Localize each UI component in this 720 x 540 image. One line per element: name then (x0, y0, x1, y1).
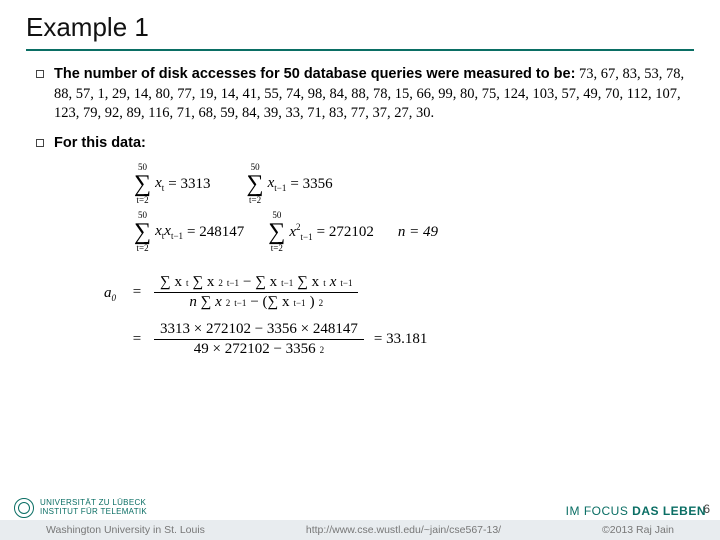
math-row-1: 50 ∑ t=2 xt = 3313 50 ∑ t=2 xt−1 = 3356 (134, 163, 694, 205)
university-logo: UNIVERSITÄT ZU LÜBECK INSTITUT FÜR TELEM… (14, 498, 147, 518)
slide: Example 1 The number of disk accesses fo… (0, 0, 720, 540)
attr-right: ©2013 Raj Jain (602, 524, 674, 536)
attribution-bar: Washington University in St. Louis http:… (0, 520, 720, 540)
fraction-numeric: 3313 × 272102 − 3356 × 248147 49 × 27210… (154, 320, 364, 359)
a0-derivation: a0 = ∑ xt ∑ x2t−1 − ∑ xt−1 ∑ xtxt−1 (104, 273, 694, 359)
math-row-2: 50 ∑ t=2 xtxt−1 = 248147 50 ∑ t=2 x2t−1 … (134, 211, 694, 253)
fraction-symbolic: ∑ xt ∑ x2t−1 − ∑ xt−1 ∑ xtxt−1 n ∑ x2t−1… (154, 273, 358, 312)
bullet-1-text: The number of disk accesses for 50 datab… (54, 65, 694, 124)
seal-icon (14, 498, 34, 518)
a0-lhs: a0 (104, 273, 116, 303)
bullet-item-2: For this data: (36, 134, 694, 154)
sum-xtm1-sq: 50 ∑ t=2 x2t−1 = 272102 (268, 211, 374, 253)
square-bullet-icon (36, 139, 44, 147)
uni-line-2: INSTITUT FÜR TELEMATIK (40, 508, 147, 517)
bullet-list: The number of disk accesses for 50 datab… (26, 65, 694, 153)
a0-line-1: = ∑ xt ∑ x2t−1 − ∑ xt−1 ∑ xtxt−1 n ∑ x2t… (130, 273, 427, 312)
page-number: 6 (703, 502, 710, 516)
sum-xt: 50 ∑ t=2 xt = 3313 (134, 163, 211, 205)
a0-result: = 33.181 (374, 331, 427, 348)
square-bullet-icon (36, 70, 44, 78)
sigma-icon: 50 ∑ t=2 (134, 211, 151, 253)
bullet-item-1: The number of disk accesses for 50 datab… (36, 65, 694, 124)
a0-line-2: = 3313 × 272102 − 3356 × 248147 49 × 272… (130, 320, 427, 359)
slogan: IM FOCUS DAS LEBEN (566, 504, 706, 518)
n-value: n = 49 (398, 224, 438, 241)
sigma-icon: 50 ∑ t=2 (134, 163, 151, 205)
brand-row: UNIVERSITÄT ZU LÜBECK INSTITUT FÜR TELEM… (14, 498, 706, 518)
sigma-icon: 50 ∑ t=2 (268, 211, 285, 253)
sum-xtm1: 50 ∑ t=2 xt−1 = 3356 (247, 163, 333, 205)
bullet-2-text: For this data: (54, 134, 146, 154)
attr-left: Washington University in St. Louis (46, 524, 205, 536)
sigma-icon: 50 ∑ t=2 (247, 163, 264, 205)
attr-url: http://www.cse.wustl.edu/~jain/cse567-13… (306, 524, 501, 536)
slide-title: Example 1 (26, 12, 694, 43)
math-summary: 50 ∑ t=2 xt = 3313 50 ∑ t=2 xt−1 = 3356 (134, 163, 694, 359)
title-rule (26, 49, 694, 51)
bullet-1-lead: The number of disk accesses for 50 datab… (54, 66, 575, 82)
sum-xt-xtm1: 50 ∑ t=2 xtxt−1 = 248147 (134, 211, 244, 253)
slide-footer: UNIVERSITÄT ZU LÜBECK INSTITUT FÜR TELEM… (0, 486, 720, 540)
